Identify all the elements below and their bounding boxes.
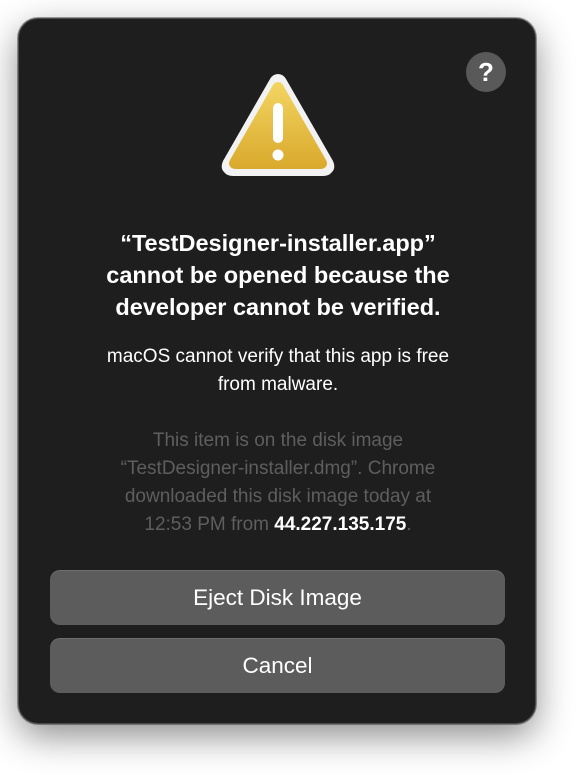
cancel-button[interactable]: Cancel <box>50 638 505 693</box>
info-text: 12:53 PM from <box>144 514 275 535</box>
info-line: This item is on the disk image <box>152 430 404 451</box>
info-line: downloaded this disk image today at <box>124 486 432 507</box>
message-line: macOS cannot verify that this app is fre… <box>106 346 450 367</box>
source-ip-address: 44.227.135.175 <box>274 514 407 535</box>
dialog-message: macOS cannot verify that this app is fre… <box>39 343 517 399</box>
dialog-informative-text: This item is on the disk image “TestDesi… <box>67 427 489 539</box>
title-line: cannot be opened because the <box>106 262 450 288</box>
info-text: . <box>406 514 412 535</box>
info-line: 12:53 PM from 44.227.135.175. <box>67 511 489 539</box>
alert-dialog: ? “TestDesigner-installer.app” cannot be… <box>18 18 536 724</box>
help-button[interactable]: ? <box>466 52 506 92</box>
dialog-title: “TestDesigner-installer.app” cannot be o… <box>39 227 517 323</box>
title-line: “TestDesigner-installer.app” <box>120 230 436 256</box>
message-line: from malware. <box>217 374 339 395</box>
info-line: “TestDesigner-installer.dmg”. Chrome <box>120 458 436 479</box>
warning-triangle-icon <box>221 74 335 176</box>
title-line: developer cannot be verified. <box>115 294 441 320</box>
eject-disk-image-button[interactable]: Eject Disk Image <box>50 570 505 625</box>
question-mark-icon: ? <box>478 57 494 87</box>
